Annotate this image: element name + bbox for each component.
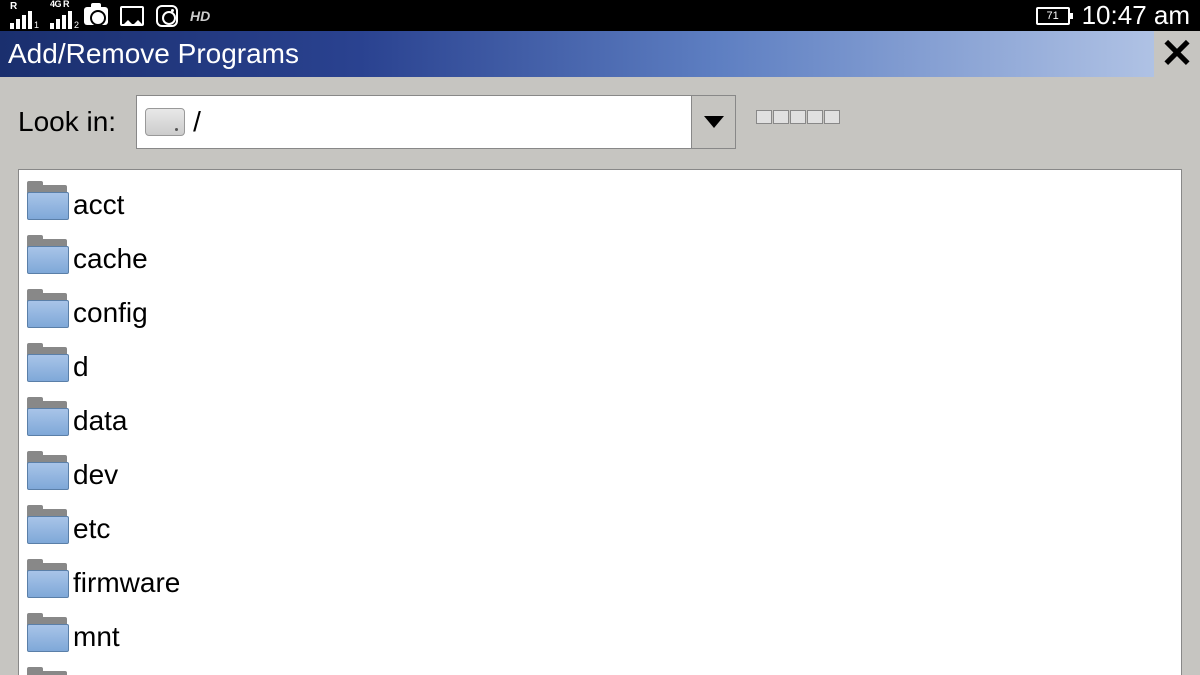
folder-icon [27,244,69,274]
folder-icon [27,190,69,220]
android-status-bar: R 1 4G R 2 HD 71 10:47 am [0,0,1200,31]
view-toolbar [756,110,840,124]
folder-item[interactable]: dev [27,450,212,500]
folder-item[interactable]: mnt [27,612,212,662]
dropdown-toggle[interactable] [691,96,735,148]
signal-2-icon: 4G R 2 [50,3,72,29]
window-title: Add/Remove Programs [8,38,299,70]
folder-label: acct [73,189,124,221]
file-list: acct cache config d data dev etc firmwar… [18,169,1182,675]
folder-icon [27,622,69,652]
clock: 10:47 am [1082,0,1190,31]
look-in-label: Look in: [18,106,116,138]
battery-icon: 71 [1036,7,1070,25]
folder-item[interactable]: acct [27,180,212,230]
folder-icon [27,568,69,598]
folder-label: cache [73,243,148,275]
folder-label: data [73,405,128,437]
dialog-body: Look in: / acct cache config d data dev … [0,77,1200,675]
instagram-icon [156,5,178,27]
view-details-icon[interactable] [807,110,823,124]
image-icon [120,6,144,26]
folder-icon [27,352,69,382]
view-more-icon[interactable] [824,110,840,124]
folder-item[interactable]: d [27,342,212,392]
folder-item[interactable]: proc [27,666,212,675]
signal-1-icon: R 1 [10,3,32,29]
folder-item[interactable]: etc [27,504,212,554]
folder-item[interactable]: firmware [27,558,212,608]
folder-label: dev [73,459,118,491]
folder-label: d [73,351,89,383]
camera-icon [84,7,108,25]
folder-item[interactable]: data [27,396,212,446]
folder-label: mnt [73,621,120,653]
look-in-dropdown[interactable]: / [136,95,736,149]
folder-icon [27,406,69,436]
folder-icon [27,514,69,544]
folder-item[interactable]: config [27,288,212,338]
folder-icon [27,298,69,328]
folder-label: config [73,297,148,329]
close-button[interactable]: ✕ [1154,31,1200,77]
nav-up-icon[interactable] [756,110,772,124]
drive-icon [145,108,185,136]
view-list-icon[interactable] [790,110,806,124]
folder-label: firmware [73,567,180,599]
folder-icon [27,460,69,490]
current-path: / [193,106,201,138]
folder-label: etc [73,513,110,545]
folder-item[interactable]: cache [27,234,212,284]
window-title-bar: Add/Remove Programs ✕ [0,31,1200,77]
hd-icon: HD [190,8,210,24]
new-folder-icon[interactable] [773,110,789,124]
